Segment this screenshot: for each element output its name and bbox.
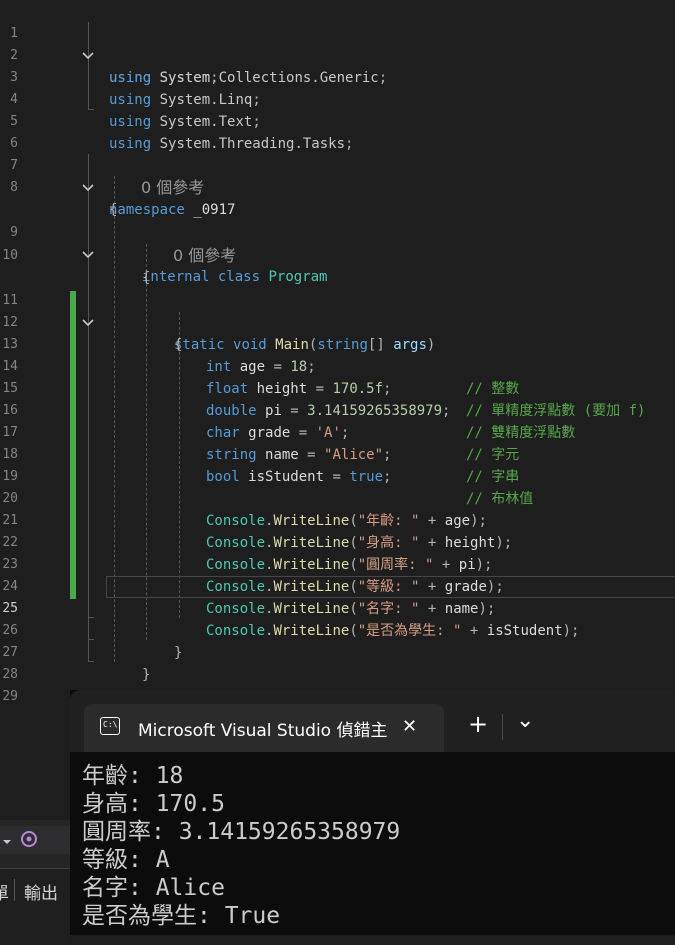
new-tab-icon[interactable]: + [468,712,488,736]
tab-output[interactable]: 輸出 [24,879,58,904]
tab-partial[interactable]: 單 [0,879,9,904]
code-line[interactable]: 9 internal class Program [0,200,675,285]
panel-toolbar [0,826,70,854]
console-output-line: 名字: Alice [82,875,225,901]
console-app-icon: C:\ [100,717,120,735]
code-line[interactable]: 22 Console.WriteLine("圓周率: " + pi); [0,510,675,573]
code-line[interactable]: 3 using System.Linq; [0,45,675,108]
code-line[interactable]: 4 using System.Text; [0,67,675,130]
panel-tabs: 單 輸出 [0,868,70,945]
code-line[interactable]: 2 using System.Collections.Generic; [0,23,675,86]
live-share-icon[interactable] [18,828,40,854]
code-line[interactable]: 15 double pi = 3.14159265358979; // 雙精度浮… [0,356,675,441]
console-output-line: 年齡: 18 [82,763,184,789]
code-line[interactable]: 23 Console.WriteLine("等級: " + grade); [0,532,675,595]
close-icon[interactable]: ✕ [402,716,417,737]
code-line[interactable]: 29 [0,664,675,704]
code-line[interactable]: 10 { [0,223,675,286]
console-tab[interactable]: C:\ Microsoft Visual Studio 偵錯主 ✕ [84,704,444,752]
debug-console-window[interactable]: C:\ Microsoft Visual Studio 偵錯主 ✕ + ⌄ 年齡… [70,690,675,935]
console-titlebar[interactable]: C:\ Microsoft Visual Studio 偵錯主 ✕ + ⌄ [70,690,675,752]
code-line[interactable]: 25 Console.WriteLine("是否為學生: " + isStude… [0,576,675,639]
code-line[interactable]: 7 namespace _0917 [0,133,675,218]
code-line[interactable]: 24 Console.WriteLine("名字: " + name); [0,554,675,617]
titlebar-divider [502,714,503,740]
bottom-tool-panel: 單 輸出 [0,820,70,945]
code-line[interactable]: 16 char grade = 'A'; // 字元 [0,378,675,463]
code-line[interactable]: 12 { [0,290,675,353]
console-output-line: 等級: A [82,847,170,873]
console-tab-title: Microsoft Visual Studio 偵錯主 [138,721,388,741]
code-line[interactable]: 14 float height = 170.5f; // 單精度浮點數 (要加 … [0,334,675,419]
console-output-line: 圓周率: 3.14159265358979 [82,819,401,845]
code-line[interactable]: 5 using System.Threading.Tasks; [0,89,675,152]
console-output-line: 是否為學生: True [82,903,281,929]
tab-divider [14,879,15,901]
code-line[interactable]: 8 { [0,155,675,218]
code-line[interactable]: 20 Console.WriteLine("年齡: " + age); [0,466,675,529]
collapse-chevron-icon[interactable] [80,177,96,199]
code-editor[interactable]: 1 using System; 2 using System.Collectio… [0,0,675,705]
code-line[interactable]: 11 static void Main(string[] args) [0,268,675,353]
code-line[interactable]: 13 int age = 18; // 整數 [0,312,675,397]
code-line[interactable]: 6 [0,111,675,151]
code-lens-references[interactable]: 0 個參考 [141,177,204,199]
code-lens-references[interactable]: 0 個參考 [173,245,236,267]
code-line[interactable]: 1 using System; [0,1,675,86]
console-output: 年齡: 18 身高: 170.5 圓周率: 3.14159265358979 等… [82,762,400,930]
code-line[interactable]: 28 } [0,642,675,705]
collapse-chevron-icon[interactable] [80,244,96,266]
code-line[interactable]: 19 [0,444,675,484]
code-line[interactable]: 27 } [0,620,675,683]
tab-dropdown-icon[interactable]: ⌄ [516,710,534,732]
code-line[interactable]: 18 bool isStudent = true; // 布林值 [0,422,675,507]
dropdown-arrow-icon[interactable] [2,832,12,851]
code-line[interactable]: 17 string name = "Alice"; // 字串 [0,400,675,485]
code-line[interactable]: 26 } [0,598,675,661]
code-line[interactable]: 21 Console.WriteLine("身高: " + height); [0,488,675,551]
console-output-line: 身高: 170.5 [82,791,225,817]
